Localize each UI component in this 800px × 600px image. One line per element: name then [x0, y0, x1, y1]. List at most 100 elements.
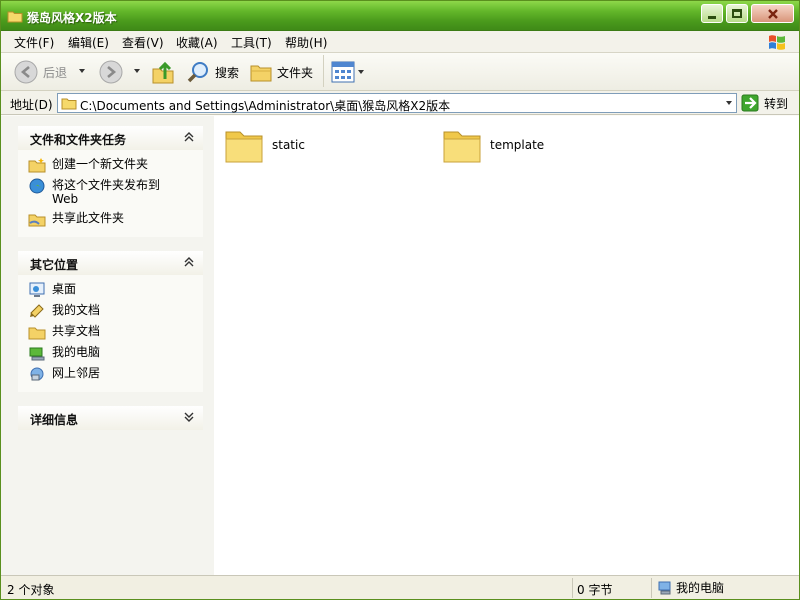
views-icon [331, 61, 355, 83]
folder-icon [28, 327, 46, 340]
task-pane: 文件和文件夹任务 创建一个新文件夹 将这个文件夹发布到 Web 共享此文件夹 其… [1, 116, 214, 575]
address-dropdown-icon[interactable] [726, 101, 732, 105]
place-label: 我的电脑 [52, 345, 101, 359]
place-my-documents[interactable]: 我的文档 [18, 300, 203, 321]
folder-icon [225, 131, 263, 163]
menu-tools[interactable]: 工具(T) [231, 34, 272, 51]
up-folder-button[interactable] [151, 59, 175, 85]
status-size: 0 字节 [577, 583, 613, 597]
address-bar: 地址(D) C:\Documents and Settings\Administ… [1, 91, 799, 115]
menu-view[interactable]: 查看(V) [122, 34, 164, 51]
panel-title: 其它位置 [30, 258, 79, 272]
place-my-computer[interactable]: 我的电脑 [18, 342, 203, 363]
maximize-button[interactable] [726, 4, 748, 23]
place-network[interactable]: 网上邻居 [18, 363, 203, 384]
window-title: 猴岛风格X2版本 [27, 11, 117, 25]
task-publish-web[interactable]: 将这个文件夹发布到 Web [18, 175, 203, 208]
my-computer-icon [29, 347, 45, 361]
back-history-dropdown[interactable] [79, 69, 85, 73]
panel-header[interactable]: 文件和文件夹任务 [18, 126, 203, 150]
back-button[interactable]: 后退 [13, 59, 67, 85]
file-folder-tasks-panel: 文件和文件夹任务 创建一个新文件夹 将这个文件夹发布到 Web 共享此文件夹 [18, 126, 203, 237]
folder-icon [61, 96, 77, 113]
globe-icon [29, 178, 45, 194]
details-panel: 详细信息 [18, 406, 203, 430]
dropdown-arrow-icon [134, 69, 140, 73]
place-label: 桌面 [52, 282, 77, 296]
my-documents-icon [30, 304, 44, 318]
search-icon [187, 62, 208, 83]
windows-logo-icon [767, 32, 787, 52]
views-button[interactable] [331, 61, 364, 83]
my-computer-icon [658, 581, 671, 594]
dropdown-arrow-icon [358, 70, 364, 74]
place-label: 共享文档 [52, 324, 101, 338]
back-arrow-icon [14, 60, 38, 84]
desktop-icon [29, 282, 45, 297]
task-label: 将这个文件夹发布到 Web [52, 178, 161, 206]
go-button[interactable]: 转到 [741, 94, 788, 112]
forward-arrow-icon [99, 60, 123, 84]
folder-item-static[interactable]: static [224, 126, 305, 164]
menu-bar: 文件(F) 编辑(E) 查看(V) 收藏(A) 工具(T) 帮助(H) [1, 31, 799, 53]
toolbar: 后退 搜索 文件夹 [1, 53, 799, 91]
status-location-label: 我的电脑 [676, 581, 725, 595]
network-icon [30, 367, 44, 381]
folder-item-template[interactable]: template [442, 126, 544, 164]
place-shared-documents[interactable]: 共享文档 [18, 321, 203, 342]
status-object-count: 2 个对象 [7, 583, 55, 597]
folder-label: static [272, 138, 305, 152]
forward-button[interactable] [98, 59, 124, 85]
up-folder-icon [152, 61, 174, 84]
close-icon [767, 8, 778, 19]
menu-file[interactable]: 文件(F) [14, 34, 54, 51]
title-bar[interactable]: 猴岛风格X2版本 [1, 1, 799, 31]
new-folder-icon [28, 158, 46, 173]
explorer-window: 猴岛风格X2版本 文件(F) 编辑(E) 查看(V) 收藏(A) 工具(T) 帮… [0, 0, 800, 600]
status-location: 我的电脑 [657, 579, 724, 596]
task-share-folder[interactable]: 共享此文件夹 [18, 208, 203, 229]
search-label: 搜索 [215, 65, 240, 80]
go-label: 转到 [764, 96, 789, 111]
search-button[interactable]: 搜索 [187, 60, 239, 84]
panel-title: 文件和文件夹任务 [30, 133, 127, 147]
minimize-button[interactable] [701, 4, 723, 23]
panel-body: 桌面 我的文档 共享文档 我的电脑 网上邻居 [18, 275, 203, 392]
back-label: 后退 [43, 65, 68, 80]
folders-icon [250, 65, 272, 82]
status-separator [651, 578, 652, 598]
place-label: 网上邻居 [52, 366, 101, 380]
place-label: 我的文档 [52, 303, 101, 317]
file-list: static template [214, 116, 799, 575]
collapse-chevron-icon[interactable] [183, 130, 195, 144]
task-label: 创建一个新文件夹 [52, 157, 149, 171]
place-desktop[interactable]: 桌面 [18, 279, 203, 300]
maximize-icon [732, 9, 742, 18]
folders-button[interactable]: 文件夹 [249, 60, 313, 84]
status-separator [572, 578, 573, 598]
menu-edit[interactable]: 编辑(E) [68, 34, 109, 51]
menu-favorites[interactable]: 收藏(A) [176, 34, 218, 51]
address-input[interactable]: C:\Documents and Settings\Administrator\… [57, 93, 737, 113]
panel-header[interactable]: 其它位置 [18, 251, 203, 275]
folder-icon [443, 131, 481, 163]
minimize-icon [708, 16, 716, 19]
collapse-chevron-icon[interactable] [183, 255, 195, 269]
status-bar: 2 个对象 0 字节 我的电脑 [1, 575, 799, 599]
address-path: C:\Documents and Settings\Administrator\… [80, 99, 451, 113]
expand-chevron-icon[interactable] [183, 410, 195, 424]
toolbar-separator [323, 55, 324, 87]
other-places-panel: 其它位置 桌面 我的文档 共享文档 我的电脑 网上邻居 [18, 251, 203, 392]
address-label: 地址(D) [10, 98, 53, 112]
forward-history-dropdown[interactable] [134, 69, 140, 73]
close-button[interactable] [751, 4, 794, 23]
panel-header[interactable]: 详细信息 [18, 406, 203, 430]
task-new-folder[interactable]: 创建一个新文件夹 [18, 154, 203, 175]
menu-help[interactable]: 帮助(H) [285, 34, 327, 51]
folders-label: 文件夹 [277, 65, 314, 80]
folder-icon [7, 9, 23, 26]
task-label: 共享此文件夹 [52, 211, 125, 225]
panel-body: 创建一个新文件夹 将这个文件夹发布到 Web 共享此文件夹 [18, 150, 203, 237]
go-arrow-icon [741, 94, 759, 112]
dropdown-arrow-icon [79, 69, 85, 73]
